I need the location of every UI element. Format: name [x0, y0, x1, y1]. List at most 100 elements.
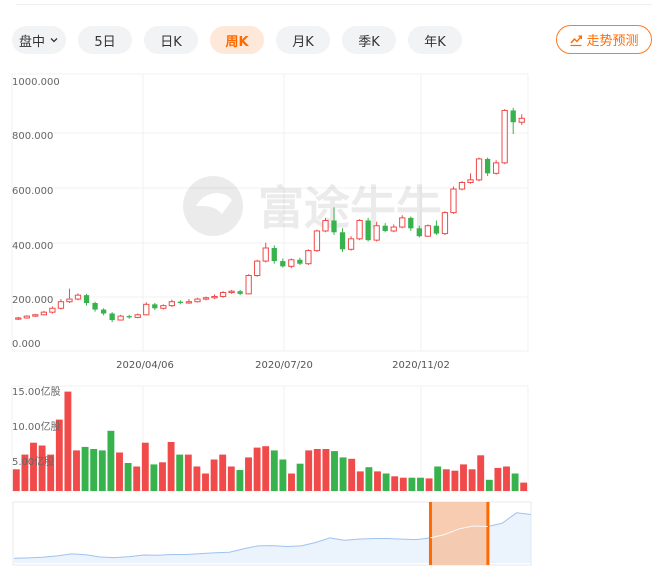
- volume-bar: [399, 477, 407, 491]
- candle-body: [32, 314, 39, 317]
- candle: [211, 294, 218, 300]
- volume-bar: [219, 454, 227, 491]
- candle-body: [518, 117, 525, 123]
- volume-bar: [417, 477, 424, 491]
- volume-bar: [245, 457, 252, 491]
- candle-body: [382, 225, 388, 231]
- candle: [492, 160, 500, 175]
- candle: [40, 310, 48, 316]
- candle-body: [126, 316, 132, 318]
- candle: [365, 217, 371, 242]
- candle: [441, 211, 449, 235]
- candle: [160, 304, 167, 310]
- candle-body: [211, 295, 218, 299]
- candle-body: [322, 219, 329, 232]
- volume-bar: [193, 466, 201, 491]
- candle: [32, 313, 39, 317]
- candle: [57, 299, 65, 310]
- candle-body: [288, 259, 295, 267]
- candle-body: [92, 303, 98, 310]
- volume-bar: [150, 464, 158, 491]
- candle-body: [83, 295, 90, 304]
- candle-body: [313, 230, 321, 252]
- candle: [237, 289, 243, 296]
- volume-bar: [253, 447, 261, 491]
- volume-bar: [460, 464, 467, 491]
- price-y-tick-800: 800.000: [12, 131, 53, 142]
- volume-bar: [176, 454, 184, 491]
- volume-bar: [288, 473, 295, 491]
- volume-bar: [313, 449, 321, 491]
- candle: [177, 300, 184, 305]
- price-y-tick-600: 600.000: [12, 186, 53, 197]
- candle: [288, 258, 295, 269]
- volume-bar: [503, 466, 510, 491]
- volume-bar: [202, 473, 209, 491]
- candle-body: [467, 179, 474, 183]
- volume-bar: [64, 391, 72, 491]
- candle-body: [177, 301, 184, 304]
- candle-body: [458, 181, 466, 190]
- volume-bar: [451, 470, 459, 491]
- candle-body: [390, 226, 397, 232]
- candle-body: [23, 315, 30, 319]
- volume-bar: [485, 479, 493, 491]
- volume-series: [12, 391, 528, 491]
- candle: [100, 308, 107, 316]
- candle-body: [168, 301, 176, 307]
- overview-navigator[interactable]: [12, 501, 532, 566]
- candle-body: [237, 291, 243, 294]
- candle-body: [339, 232, 346, 250]
- candle-body: [160, 305, 167, 309]
- volume-bar: [425, 478, 433, 491]
- candle: [356, 219, 363, 241]
- candle: [518, 114, 525, 125]
- volume-bar: [90, 449, 98, 491]
- volume-bar: [270, 450, 278, 491]
- price-y-tick-200: 200.000: [12, 295, 53, 306]
- candle-body: [492, 162, 500, 174]
- candle-body: [408, 217, 414, 229]
- volume-chart-grid: [11, 385, 529, 492]
- volume-bar: [468, 469, 476, 491]
- candle-body: [331, 220, 337, 233]
- candle-body: [347, 238, 355, 250]
- candle: [219, 291, 227, 298]
- candle-body: [100, 309, 107, 314]
- candle: [74, 293, 82, 301]
- candle-body: [441, 212, 449, 235]
- candle: [305, 249, 312, 266]
- candle-body: [373, 225, 380, 241]
- candle-body: [49, 307, 56, 313]
- candle: [450, 186, 457, 214]
- watermark-text: 富途牛牛: [258, 181, 442, 235]
- candle: [66, 288, 73, 304]
- candle: [143, 302, 150, 316]
- navigator-handle-left[interactable]: [428, 502, 432, 565]
- volume-bar: [356, 471, 364, 491]
- price-y-tick-1000: 1000.000: [12, 77, 60, 88]
- candle-body: [399, 217, 406, 228]
- candle: [424, 224, 432, 237]
- volume-bar: [236, 470, 244, 491]
- candle-body: [475, 158, 483, 181]
- candle: [271, 245, 277, 264]
- volume-bar: [296, 463, 304, 491]
- candle-body: [510, 110, 516, 123]
- volume-bar: [184, 454, 192, 491]
- navigator-selection[interactable]: [430, 502, 488, 565]
- candle-body: [280, 261, 286, 267]
- volume-bar: [81, 446, 89, 491]
- candle: [475, 157, 483, 182]
- volume-y-tick-10: 10.00亿股: [12, 420, 61, 433]
- navigator-handle-right[interactable]: [486, 502, 490, 565]
- x-tick-2020-07-20: 2020/07/20: [255, 360, 313, 371]
- candle-body: [254, 260, 261, 276]
- candle: [458, 181, 466, 191]
- candle: [322, 217, 329, 233]
- volume-bar: [12, 469, 20, 491]
- candle-body: [117, 315, 124, 321]
- volume-bar: [511, 473, 519, 491]
- candle-body: [109, 313, 115, 321]
- candle-body: [134, 314, 141, 318]
